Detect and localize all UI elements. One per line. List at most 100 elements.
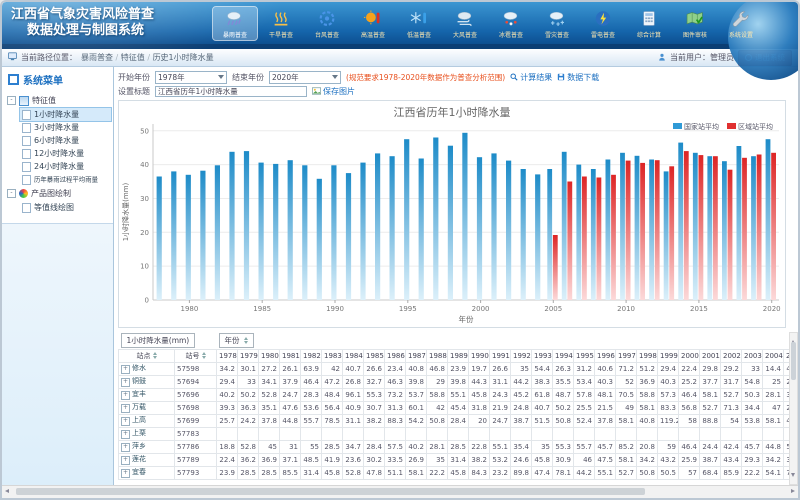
value-cell [322, 427, 343, 440]
tree-item[interactable]: 6小时降水量 [20, 134, 111, 147]
year-column-header[interactable]: 2002 [721, 349, 742, 362]
year-column-header[interactable]: 1990 [469, 349, 490, 362]
station-name-cell[interactable]: +万载 [119, 401, 175, 414]
year-column-header[interactable]: 2000 [679, 349, 700, 362]
year-column-header[interactable]: 1996 [595, 349, 616, 362]
value-cell: 36.9 [637, 375, 658, 388]
expand-icon[interactable]: + [121, 417, 130, 426]
toolbar-item-calculator[interactable]: 综合计算 [627, 7, 671, 40]
value-cell [553, 427, 574, 440]
station-name-cell[interactable]: +萍乡 [119, 440, 175, 453]
year-column-header[interactable]: 2003 [742, 349, 763, 362]
value-cell: 40.9 [343, 401, 364, 414]
toolbar-item-typhoon[interactable]: 台风普查 [305, 7, 349, 40]
breadcrumb-segment[interactable]: 特征值 [121, 53, 145, 62]
year-column-header[interactable]: 1979 [238, 349, 259, 362]
year-sort-control[interactable]: 年份 [219, 333, 254, 348]
horizontal-scrollbar[interactable] [2, 485, 798, 498]
year-column-header[interactable]: 1989 [448, 349, 469, 362]
value-cell: 96.1 [343, 388, 364, 401]
toolbar-item-low-temp[interactable]: 低温普查 [397, 7, 441, 40]
breadcrumb-segment[interactable]: 历史1小时降水量 [153, 53, 214, 62]
station-name-cell[interactable]: +修水 [119, 362, 175, 375]
year-column-header[interactable]: 1999 [658, 349, 679, 362]
year-column-header[interactable]: 1998 [637, 349, 658, 362]
station-column-header[interactable]: 站点 [119, 349, 175, 362]
data-download-link[interactable]: 数据下载 [557, 72, 599, 83]
tree-group[interactable]: -产品图绘制 [7, 186, 111, 201]
year-column-header[interactable]: 1988 [427, 349, 448, 362]
toolbar-item-map-audit[interactable]: 图件审核 [673, 7, 717, 40]
toolbar-item-label: 雪灾普查 [545, 29, 569, 38]
expand-icon[interactable]: + [121, 365, 130, 374]
expand-icon[interactable]: + [121, 404, 130, 413]
toolbar-item-drought[interactable]: 干旱普查 [259, 7, 303, 40]
station-code-cell: 57793 [175, 466, 217, 479]
year-column-header[interactable]: 1992 [511, 349, 532, 362]
station-name-cell[interactable]: +上高 [119, 414, 175, 427]
year-column-header[interactable]: 1994 [553, 349, 574, 362]
year-column-header[interactable]: 1997 [616, 349, 637, 362]
scroll-down-icon[interactable] [791, 473, 795, 482]
expander-icon[interactable]: - [7, 189, 16, 198]
legend-swatch [673, 123, 682, 129]
vertical-scrollbar[interactable] [789, 332, 798, 485]
station-name-cell[interactable]: +上栗 [119, 427, 175, 440]
year-column-header[interactable]: 2001 [700, 349, 721, 362]
year-column-header[interactable]: 2004 [763, 349, 784, 362]
scroll-right-icon[interactable] [791, 489, 795, 493]
toolbar-item-label: 低温普查 [407, 29, 431, 38]
station-name-cell[interactable]: +宜春 [119, 466, 175, 479]
expand-icon[interactable]: + [121, 378, 130, 387]
breadcrumb-segment[interactable]: 暴雨普查 [81, 53, 113, 62]
expand-icon[interactable]: + [121, 430, 130, 439]
year-column-header[interactable]: 1985 [364, 349, 385, 362]
station-code-cell: 57783 [175, 427, 217, 440]
year-column-header[interactable]: 1986 [385, 349, 406, 362]
code-column-header[interactable]: 站号 [175, 349, 217, 362]
toolbar-item-snow[interactable]: 雪灾普查 [535, 7, 579, 40]
value-cell [511, 427, 532, 440]
tree-item[interactable]: 等值线绘图 [20, 201, 111, 214]
chart-title-input[interactable] [155, 86, 307, 97]
year-column-header[interactable]: 1991 [490, 349, 511, 362]
expand-icon[interactable]: + [121, 391, 130, 400]
toolbar-item-gale[interactable]: 大风普查 [443, 7, 487, 40]
toolbar-item-settings[interactable]: 系统设置 [719, 7, 763, 40]
tree-item[interactable]: 12小时降水量 [20, 147, 111, 160]
search-icon [510, 73, 518, 81]
expand-icon[interactable]: + [121, 456, 130, 465]
year-column-header[interactable]: 1987 [406, 349, 427, 362]
year-column-header[interactable]: 1995 [574, 349, 595, 362]
year-column-header[interactable]: 1981 [280, 349, 301, 362]
tree-item[interactable]: 历年暴雨过程平均雨量 [20, 173, 111, 186]
tree-item[interactable]: 1小时降水量 [20, 108, 111, 121]
year-column-header[interactable]: 1983 [322, 349, 343, 362]
horizontal-scroll-thumb[interactable] [16, 488, 645, 495]
year-column-header[interactable]: 1982 [301, 349, 322, 362]
station-name-cell[interactable]: +铜鼓 [119, 375, 175, 388]
save-image-link[interactable]: 保存图片 [312, 86, 355, 97]
toolbar-item-rainstorm[interactable]: 暴雨普查 [213, 7, 257, 40]
year-column-header[interactable]: 1993 [532, 349, 553, 362]
year-column-header[interactable]: 1978 [217, 349, 238, 362]
tree-item[interactable]: 3小时降水量 [20, 121, 111, 134]
vertical-scroll-thumb[interactable] [791, 342, 796, 380]
tree-group[interactable]: -特征值 [7, 93, 111, 108]
station-name-cell[interactable]: +莲花 [119, 453, 175, 466]
year-column-header[interactable]: 1984 [343, 349, 364, 362]
tree-item[interactable]: 24小时降水量 [20, 160, 111, 173]
expand-icon[interactable]: + [121, 469, 130, 478]
scroll-left-icon[interactable] [5, 489, 9, 493]
calc-result-link[interactable]: 计算结果 [510, 72, 552, 83]
toolbar-item-high-temp[interactable]: 高温普查 [351, 7, 395, 40]
end-year-select[interactable]: 2020年 [269, 71, 341, 84]
station-name-cell[interactable]: +宜丰 [119, 388, 175, 401]
legend-swatch [727, 123, 736, 129]
toolbar-item-lightning[interactable]: 雷电普查 [581, 7, 625, 40]
expand-icon[interactable]: + [121, 443, 130, 452]
year-column-header[interactable]: 1980 [259, 349, 280, 362]
expander-icon[interactable]: - [7, 96, 16, 105]
toolbar-item-hail[interactable]: 冰雹普查 [489, 7, 533, 40]
start-year-select[interactable]: 1978年 [155, 71, 227, 84]
